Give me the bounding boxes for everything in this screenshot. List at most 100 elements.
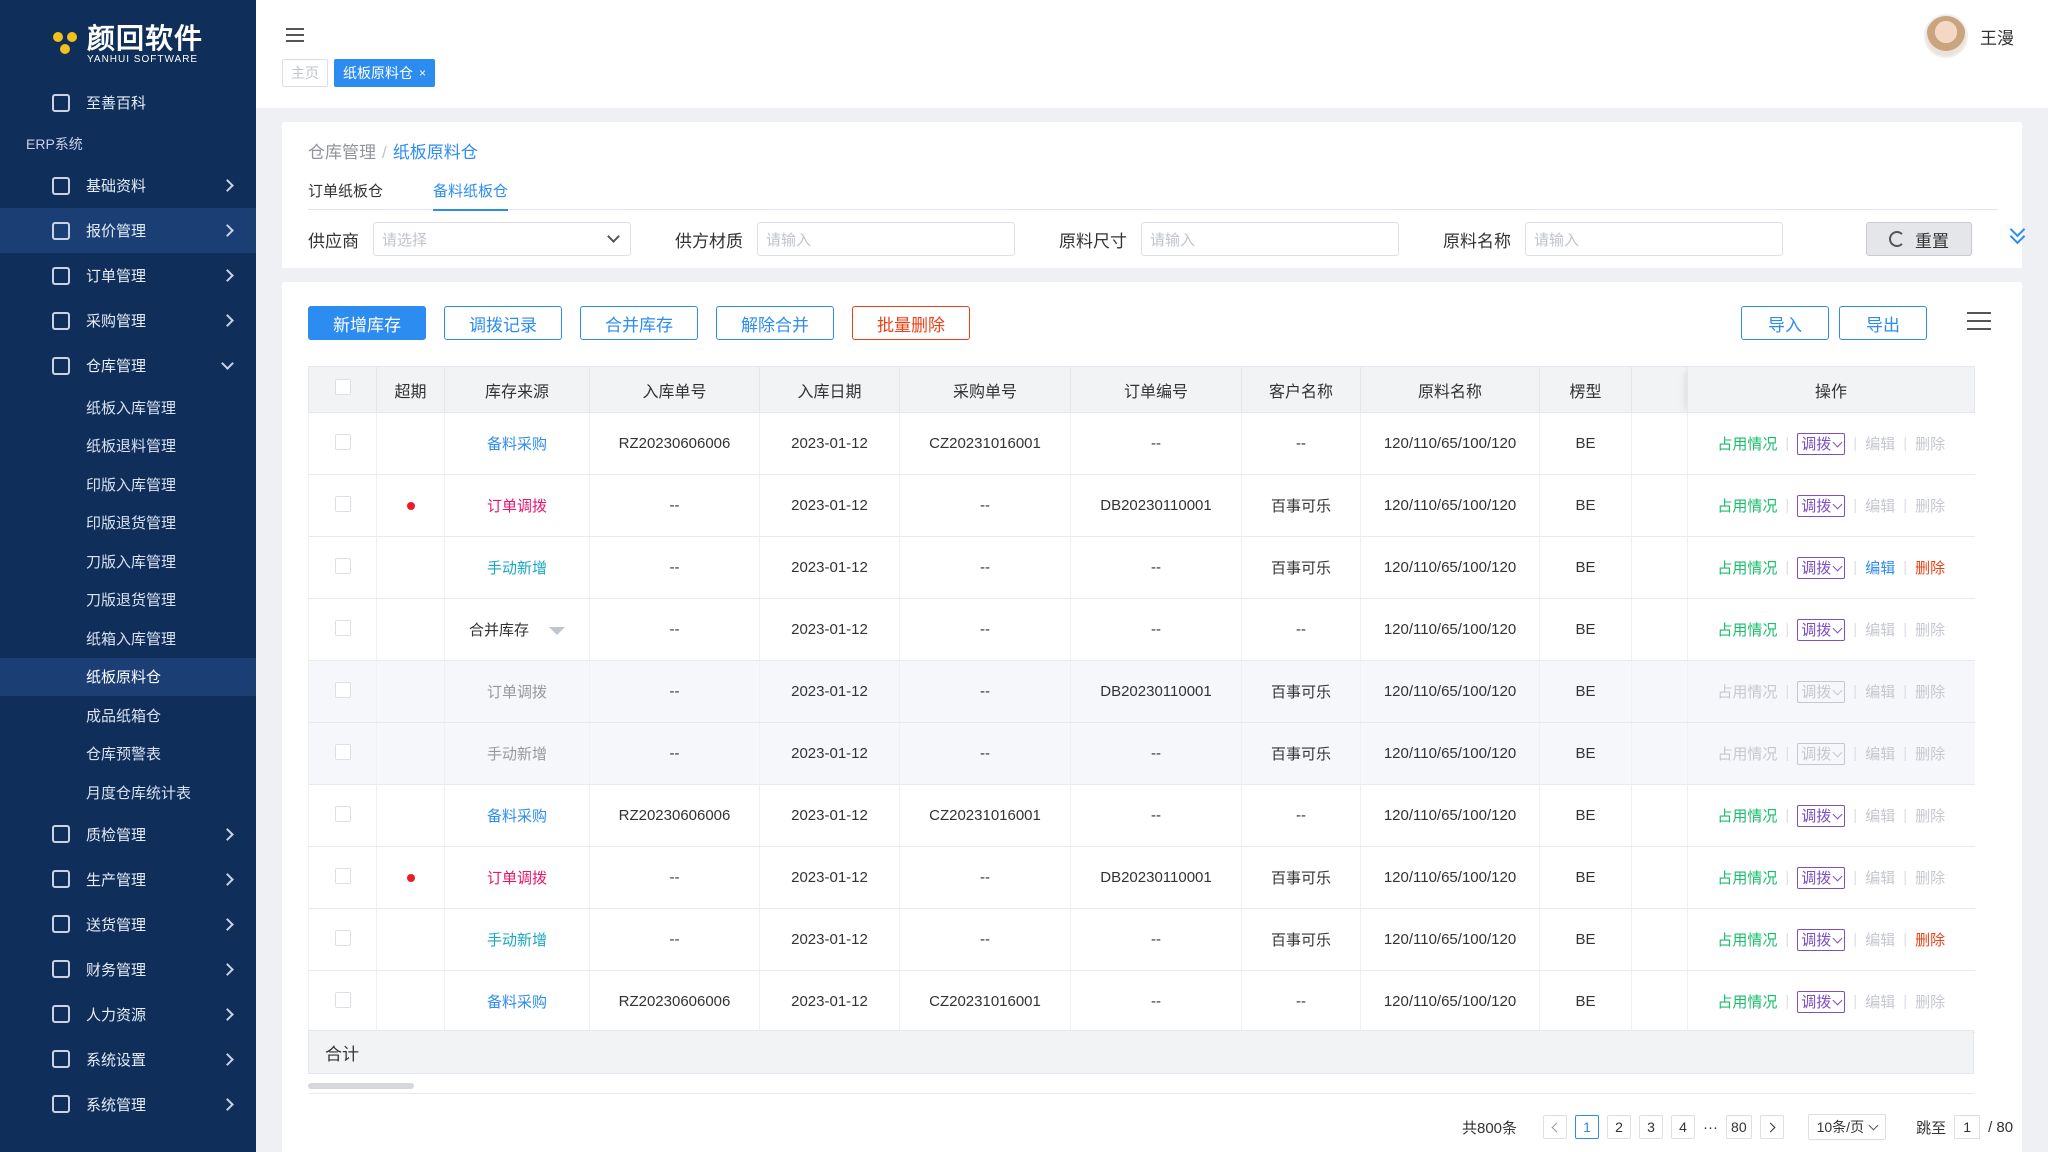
sidebar-subitem-5[interactable]: 刀版退货管理 bbox=[0, 581, 256, 620]
delete-link[interactable]: 删除 bbox=[1915, 433, 1945, 454]
sidebar-item-a4[interactable]: 人力资源 bbox=[0, 992, 256, 1037]
tab-stock-board[interactable]: 备料纸板仓 bbox=[433, 174, 509, 211]
edit-link[interactable]: 编辑 bbox=[1865, 681, 1895, 702]
edit-link[interactable]: 编辑 bbox=[1865, 805, 1895, 826]
sidebar-item-b2[interactable]: 订单管理 bbox=[0, 253, 256, 298]
row-checkbox[interactable] bbox=[334, 619, 351, 636]
row-checkbox[interactable] bbox=[334, 743, 351, 760]
column-settings-icon[interactable] bbox=[1967, 312, 1991, 334]
occupancy-link[interactable]: 占用情况 bbox=[1717, 867, 1777, 888]
occupancy-link[interactable]: 占用情况 bbox=[1717, 681, 1777, 702]
sidebar-subitem-8[interactable]: 成品纸箱仓 bbox=[0, 696, 256, 735]
user-menu[interactable]: 王漫 bbox=[1924, 14, 2014, 58]
source-link[interactable]: 手动新增 bbox=[487, 560, 547, 577]
collapse-filters-icon[interactable] bbox=[2008, 221, 2028, 245]
source-link[interactable]: 备料采购 bbox=[487, 436, 547, 453]
row-checkbox[interactable] bbox=[334, 495, 351, 512]
name-input[interactable]: 请输入 bbox=[1525, 222, 1783, 256]
sidebar-item-b1[interactable]: 报价管理 bbox=[0, 208, 256, 253]
transfer-dropdown[interactable]: 调拨 bbox=[1797, 494, 1846, 517]
delete-link[interactable]: 删除 bbox=[1915, 805, 1945, 826]
material-input[interactable]: 请输入 bbox=[757, 222, 1015, 256]
merge-stock-button[interactable]: 合并库存 bbox=[580, 306, 698, 340]
add-stock-button[interactable]: 新增库存 bbox=[308, 306, 426, 340]
tag-raw-board-warehouse[interactable]: 纸板原料仓 × bbox=[334, 59, 436, 87]
page-4[interactable]: 4 bbox=[1671, 1115, 1696, 1139]
row-checkbox[interactable] bbox=[334, 681, 351, 698]
transfer-dropdown[interactable]: 调拨 bbox=[1797, 742, 1846, 765]
sidebar-item-a0[interactable]: 质检管理 bbox=[0, 812, 256, 857]
occupancy-link[interactable]: 占用情况 bbox=[1717, 495, 1777, 516]
occupancy-link[interactable]: 占用情况 bbox=[1717, 991, 1777, 1012]
sidebar-item-a6[interactable]: 系统管理 bbox=[0, 1082, 256, 1127]
delete-link[interactable]: 删除 bbox=[1915, 557, 1945, 578]
tag-home[interactable]: 主页 bbox=[282, 59, 328, 87]
next-page-button[interactable] bbox=[1759, 1115, 1784, 1139]
edit-link[interactable]: 编辑 bbox=[1865, 743, 1895, 764]
page-last[interactable]: 80 bbox=[1726, 1115, 1752, 1139]
horizontal-scrollbar[interactable] bbox=[308, 1083, 414, 1089]
row-checkbox[interactable] bbox=[334, 991, 351, 1008]
edit-link[interactable]: 编辑 bbox=[1865, 991, 1895, 1012]
unmerge-button[interactable]: 解除合并 bbox=[716, 306, 834, 340]
delete-link[interactable]: 删除 bbox=[1915, 743, 1945, 764]
source-link[interactable]: 订单调拨 bbox=[487, 684, 547, 701]
delete-link[interactable]: 删除 bbox=[1915, 867, 1945, 888]
sidebar-item-b0[interactable]: 基础资料 bbox=[0, 163, 256, 208]
sidebar-subitem-2[interactable]: 印版入库管理 bbox=[0, 465, 256, 504]
transfer-dropdown[interactable]: 调拨 bbox=[1797, 556, 1846, 579]
occupancy-link[interactable]: 占用情况 bbox=[1717, 805, 1777, 826]
breadcrumb-parent[interactable]: 仓库管理 bbox=[308, 143, 376, 162]
transfer-dropdown[interactable]: 调拨 bbox=[1797, 680, 1846, 703]
row-checkbox[interactable] bbox=[334, 557, 351, 574]
sidebar-subitem-9[interactable]: 仓库预警表 bbox=[0, 735, 256, 774]
avatar[interactable] bbox=[1924, 14, 1968, 58]
edit-link[interactable]: 编辑 bbox=[1865, 867, 1895, 888]
reset-button[interactable]: 重置 bbox=[1866, 222, 1972, 256]
export-button[interactable]: 导出 bbox=[1839, 306, 1927, 340]
edit-link[interactable]: 编辑 bbox=[1865, 433, 1895, 454]
transfer-log-button[interactable]: 调拨记录 bbox=[444, 306, 562, 340]
prev-page-button[interactable] bbox=[1543, 1115, 1568, 1139]
edit-link[interactable]: 编辑 bbox=[1865, 495, 1895, 516]
delete-link[interactable]: 删除 bbox=[1915, 681, 1945, 702]
sidebar-subitem-4[interactable]: 刀版入库管理 bbox=[0, 542, 256, 581]
row-checkbox[interactable] bbox=[334, 805, 351, 822]
sidebar-subitem-3[interactable]: 印版退货管理 bbox=[0, 504, 256, 543]
transfer-dropdown[interactable]: 调拨 bbox=[1797, 432, 1846, 455]
source-link[interactable]: 订单调拨 bbox=[487, 498, 547, 515]
occupancy-link[interactable]: 占用情况 bbox=[1717, 433, 1777, 454]
header-select-all[interactable] bbox=[308, 366, 377, 413]
source-link[interactable]: 合并库存 bbox=[469, 622, 529, 639]
source-link[interactable]: 备料采购 bbox=[487, 994, 547, 1011]
sidebar-item-b3[interactable]: 采购管理 bbox=[0, 298, 256, 343]
sidebar-subitem-0[interactable]: 纸板入库管理 bbox=[0, 388, 256, 427]
sidebar-subitem-10[interactable]: 月度仓库统计表 bbox=[0, 773, 256, 812]
sidebar-subitem-7[interactable]: 纸板原料仓 bbox=[0, 657, 256, 696]
source-link[interactable]: 手动新增 bbox=[487, 932, 547, 949]
sidebar-item-a1[interactable]: 生产管理 bbox=[0, 857, 256, 902]
transfer-dropdown[interactable]: 调拨 bbox=[1797, 990, 1846, 1013]
occupancy-link[interactable]: 占用情况 bbox=[1717, 929, 1777, 950]
row-checkbox[interactable] bbox=[334, 929, 351, 946]
page-size-select[interactable]: 10条/页 bbox=[1807, 1114, 1887, 1140]
expand-triangle-icon[interactable] bbox=[549, 627, 565, 636]
edit-link[interactable]: 编辑 bbox=[1865, 929, 1895, 950]
sidebar-subitem-6[interactable]: 纸箱入库管理 bbox=[0, 619, 256, 658]
transfer-dropdown[interactable]: 调拨 bbox=[1797, 866, 1846, 889]
edit-link[interactable]: 编辑 bbox=[1865, 619, 1895, 640]
delete-link[interactable]: 删除 bbox=[1915, 991, 1945, 1012]
delete-link[interactable]: 删除 bbox=[1915, 495, 1945, 516]
batch-delete-button[interactable]: 批量删除 bbox=[852, 306, 970, 340]
sidebar-item-a3[interactable]: 财务管理 bbox=[0, 947, 256, 992]
transfer-dropdown[interactable]: 调拨 bbox=[1797, 928, 1846, 951]
occupancy-link[interactable]: 占用情况 bbox=[1717, 743, 1777, 764]
occupancy-link[interactable]: 占用情况 bbox=[1717, 557, 1777, 578]
edit-link[interactable]: 编辑 bbox=[1865, 557, 1895, 578]
close-icon[interactable]: × bbox=[419, 66, 426, 80]
delete-link[interactable]: 删除 bbox=[1915, 619, 1945, 640]
sidebar-item-warehouse[interactable]: 仓库管理 bbox=[0, 343, 256, 388]
sidebar-item-encyclopedia[interactable]: 至善百科 bbox=[0, 80, 256, 125]
import-button[interactable]: 导入 bbox=[1741, 306, 1829, 340]
source-link[interactable]: 订单调拨 bbox=[487, 870, 547, 887]
